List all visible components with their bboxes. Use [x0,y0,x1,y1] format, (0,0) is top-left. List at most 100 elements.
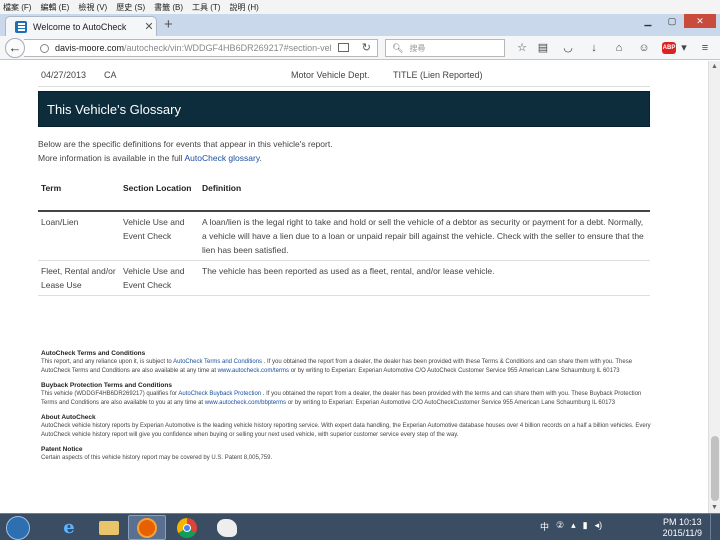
ime-icon[interactable]: 中 [540,520,549,533]
start-button[interactable] [6,516,30,540]
scroll-down-icon[interactable]: ▼ [709,504,720,511]
menu-edit[interactable]: 編輯 (E) [40,2,69,13]
maximize-icon[interactable]: ▢ [660,14,684,28]
terms-link[interactable]: AutoCheck Terms and Conditions [173,359,262,365]
scroll-thumb[interactable] [711,436,719,501]
terms-text: This report, and any reliance upon it, i… [41,358,651,376]
clock[interactable]: PM 10:13 2015/11/9 [663,517,702,539]
more-info-text: More information is available in the ful… [38,153,183,163]
address-bar[interactable]: davis-moore.com /autocheck/vin:WDDGF4HB6… [24,39,378,57]
adblock-icon[interactable]: ABP [662,42,676,54]
file-explorer-icon[interactable] [90,515,128,540]
new-tab-icon[interactable]: + [164,17,173,33]
volume-icon[interactable]: ◂) [595,520,603,533]
download-icon[interactable]: ↓ [586,40,602,56]
tab-strip: Welcome to AutoCheck ✕ + ▁ ▢ ✕ [0,14,720,36]
home-icon[interactable]: ⌂ [611,40,627,56]
column-definition: Definition [202,183,242,193]
terms-text-c: or by writing to Experian: Experian Auto… [290,368,620,374]
internet-explorer-icon[interactable]: e [50,515,88,540]
navigation-bar: davis-moore.com /autocheck/vin:WDDGF4HB6… [0,36,720,60]
menu-bookmarks[interactable]: 書籤 (B) [154,2,183,13]
paint-icon[interactable] [208,515,246,540]
window-controls: ▁ ▢ ✕ [636,14,716,28]
search-icon: 🔍︎ [392,42,404,53]
chat-icon[interactable]: ☺ [636,40,652,56]
location-cell: Vehicle Use and Event Check [123,266,185,290]
menu-bar: 檔案 (F) 編輯 (E) 檢視 (V) 歷史 (S) 書籤 (B) 工具 (T… [0,0,720,14]
buyback-link[interactable]: AutoCheck Buyback Protection [178,391,261,397]
patent-section: Patent Notice Certain aspects of this ve… [41,445,651,463]
patent-title: Patent Notice [41,446,83,453]
help-icon[interactable]: ② [556,520,564,533]
definition-cell: The vehicle has been reported as used as… [202,266,495,276]
menu-history[interactable]: 歷史 (S) [116,2,145,13]
term-cell: Fleet, Rental and/or Lease Use [41,266,116,290]
about-title: About AutoCheck [41,414,96,421]
buyback-title: Buyback Protection Terms and Conditions [41,382,172,389]
menu-view[interactable]: 檢視 (V) [78,2,107,13]
back-button[interactable]: ← [5,38,25,58]
terms-url-link[interactable]: www.autocheck.com/terms [218,368,289,374]
vertical-scrollbar[interactable]: ▲ ▼ [708,61,720,513]
show-desktop-button[interactable] [710,514,720,540]
column-section-location: Section Location [123,183,192,193]
patent-text: Certain aspects of this vehicle history … [41,455,273,461]
tab-autocheck[interactable]: Welcome to AutoCheck ✕ [5,16,157,36]
buyback-text: This vehicle (WDDGF4HB6DR269217) qualifi… [41,390,651,408]
scroll-up-icon[interactable]: ▲ [709,63,720,70]
autocheck-glossary-link[interactable]: AutoCheck glossary [184,153,259,163]
definition-cell: A loan/lien is the legal right to take a… [202,217,644,255]
menu-tools[interactable]: 工具 (T) [192,2,220,13]
record-event: TITLE (Lien Reported) [393,70,483,80]
reload-icon[interactable]: ↻ [362,41,371,54]
record-state: CA [104,70,117,80]
terms-text-a: This report, and any reliance upon it, i… [41,359,172,365]
pocket-icon[interactable]: ◡ [560,40,576,56]
glossary-table: Term Section Location Definition Loan/Li… [38,175,650,296]
buyback-text-c: or by writing to Experian: Experian Auto… [287,400,616,406]
search-bar[interactable]: 🔍︎ 搜尋 [385,39,505,57]
glossary-heading: This Vehicle's Glossary [38,91,650,127]
chrome-icon[interactable] [168,515,206,540]
network-icon[interactable]: ▮ [583,520,588,533]
hamburger-menu-icon[interactable]: ≡ [697,40,713,56]
buyback-section: Buyback Protection Terms and Conditions … [41,381,651,408]
buyback-text-a: This vehicle (WDDGF4HB6DR269217) qualifi… [41,391,178,397]
about-text: AutoCheck vehicle history reports by Exp… [41,423,651,438]
more-info-period: . [259,153,262,163]
bookmark-star-icon[interactable]: ☆ [514,40,530,56]
menu-file[interactable]: 檔案 (F) [3,2,31,13]
autocheck-favicon-icon [15,20,27,33]
table-row: Loan/Lien Vehicle Use and Event Check A … [38,212,650,261]
reader-view-icon[interactable] [338,43,349,52]
system-tray: 中 ② ▴ ▮ ◂) [540,520,609,533]
report-footer: AutoCheck Terms and Conditions This repo… [41,349,651,468]
url-path: /autocheck/vin:WDDGF4HB6DR269217#section… [124,43,332,53]
menu-help[interactable]: 說明 (H) [229,2,258,13]
location-cell: Vehicle Use and Event Check [123,217,185,241]
about-section: About AutoCheck AutoCheck vehicle histor… [41,413,651,440]
dropdown-arrow-icon[interactable]: ▾ [676,40,692,56]
column-term: Term [41,183,62,193]
tab-title: Welcome to AutoCheck [33,21,127,32]
clock-date: 2015/11/9 [662,528,702,538]
buyback-url-link[interactable]: www.autocheck.com/bbpterms [205,400,286,406]
globe-icon [40,43,49,53]
table-header: Term Section Location Definition [38,175,650,212]
firefox-icon[interactable] [128,515,166,540]
minimize-icon[interactable]: ▁ [636,14,660,28]
search-placeholder: 搜尋 [409,43,426,53]
clock-time: PM 10:13 [663,517,702,527]
tray-expand-icon[interactable]: ▴ [571,520,576,533]
close-tab-icon[interactable]: ✕ [142,20,156,33]
url-host: davis-moore.com [55,43,125,53]
divider [38,86,650,87]
term-cell: Loan/Lien [41,217,79,227]
glossary-more-info: More information is available in the ful… [38,153,262,163]
reading-list-icon[interactable]: ▤ [535,40,551,56]
window-close-icon[interactable]: ✕ [684,14,716,28]
glossary-intro: Below are the specific definitions for e… [38,139,333,149]
record-source: Motor Vehicle Dept. [291,70,370,80]
terms-section: AutoCheck Terms and Conditions This repo… [41,349,651,376]
